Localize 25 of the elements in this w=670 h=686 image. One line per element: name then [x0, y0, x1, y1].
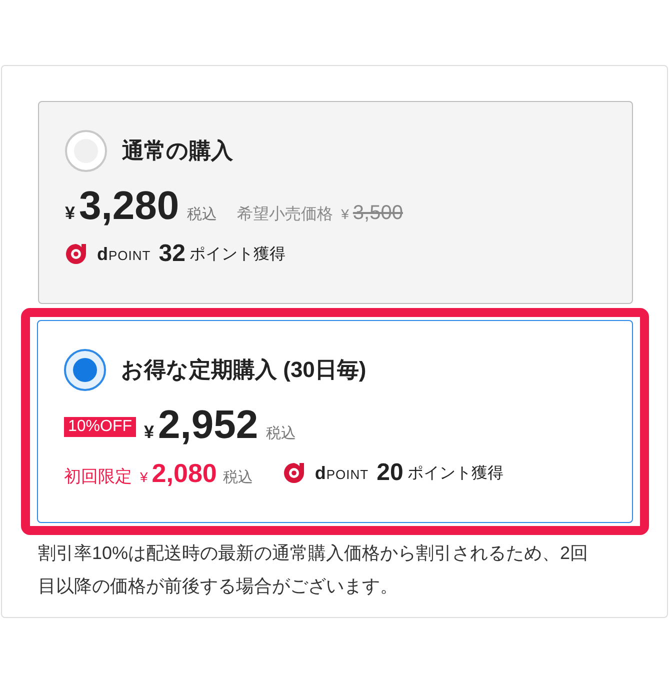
- option-title: お得な定期購入 (30日毎): [121, 356, 366, 384]
- price: 3,280: [79, 184, 180, 229]
- currency-sign: ¥: [341, 206, 349, 222]
- currency-sign: ¥: [140, 468, 148, 484]
- points-label: ポイント獲得: [189, 244, 286, 264]
- currency-sign: ¥: [65, 203, 76, 224]
- points-count: 32: [158, 240, 186, 268]
- points-count: 20: [376, 459, 404, 487]
- discount-badge: 10%OFF: [64, 417, 136, 437]
- point-brand: dPOINT: [97, 244, 151, 264]
- price: 2,952: [158, 403, 258, 448]
- option-title: 通常の購入: [122, 137, 233, 165]
- point-brand: dPOINT: [314, 462, 369, 484]
- tax-label: 税込: [222, 468, 253, 486]
- tax-label: 税込: [266, 424, 296, 443]
- points-label: ポイント獲得: [407, 464, 504, 484]
- msrp-price: 3,500: [352, 202, 403, 225]
- option-frame[interactable]: お得な定期購入 (30日毎) 10%OFF ¥2,952 税込 初回限定 ¥2,080 税込 dPOINT 20 ポイント獲得: [21, 308, 649, 535]
- first-time-price: 2,080: [152, 458, 217, 488]
- option-frame[interactable]: 通常の購入 ¥3,280 税込 希望小売価格 ¥ 3,500 dPOINT 32 ポイント獲得: [38, 101, 633, 304]
- first-time-label: 初回限定: [64, 466, 132, 488]
- note-text: 割引率10%は配送時の最新の通常購入価格から割引されるため、2回目以降の価格が前後する場合がございます。: [38, 542, 590, 598]
- currency-sign: ¥: [144, 422, 154, 443]
- tax-label: 税込: [187, 205, 218, 224]
- msrp-label: 希望小売価格: [237, 204, 334, 225]
